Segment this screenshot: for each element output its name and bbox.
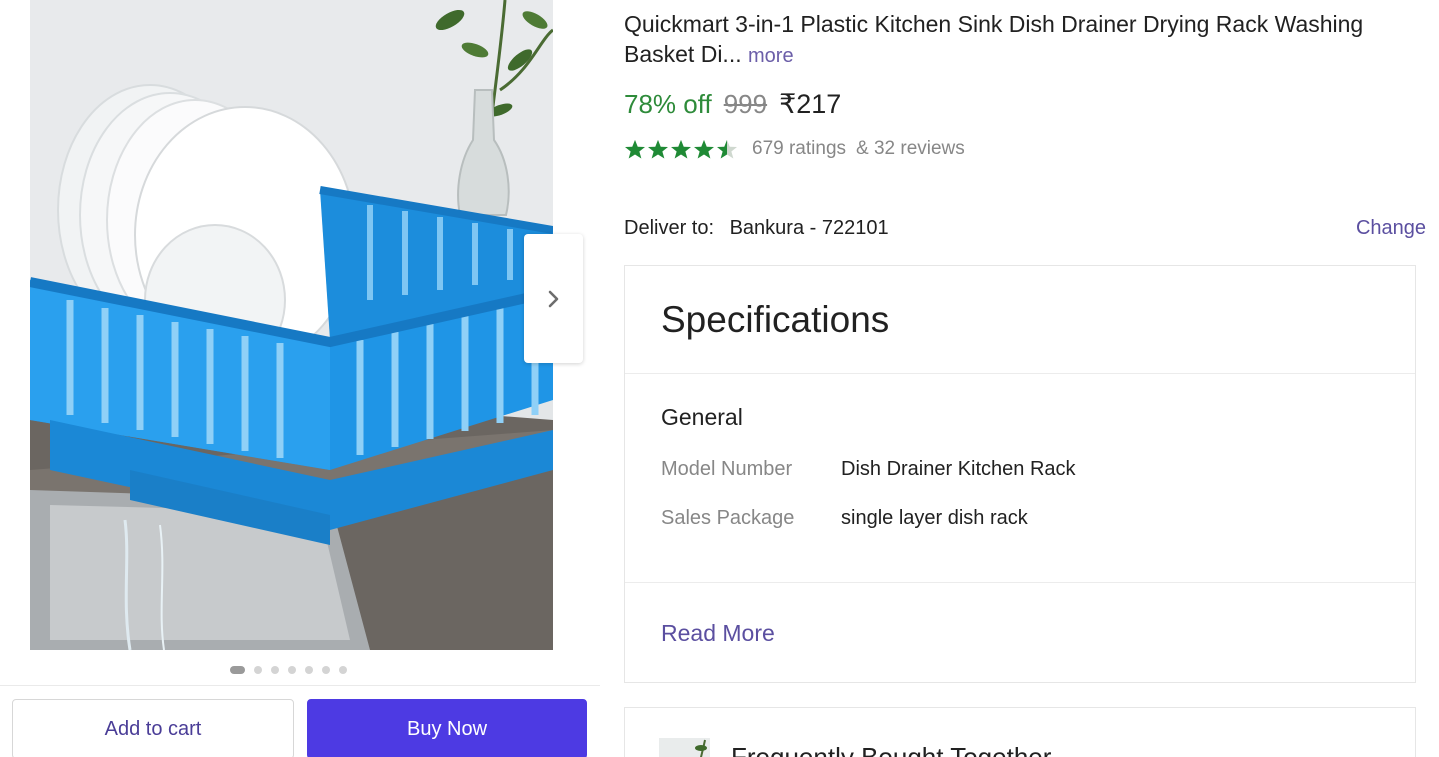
- product-title-text: Quickmart 3-in-1 Plastic Kitchen Sink Di…: [624, 11, 1364, 67]
- spec-group-title: General: [661, 404, 743, 430]
- pagination-dot[interactable]: [339, 666, 347, 674]
- star-rating: [624, 139, 738, 159]
- specifications-general: General Model Number Dish Drainer Kitchen…: [625, 374, 1415, 583]
- pagination-dot[interactable]: [288, 666, 296, 674]
- price-row: 78% off 999 ₹217: [624, 89, 841, 120]
- image-pagination-dots: [230, 666, 347, 674]
- title-more-link[interactable]: more: [748, 45, 794, 67]
- read-more-link[interactable]: Read More: [661, 620, 775, 647]
- product-gallery: Add to cart Buy Now: [0, 0, 600, 757]
- delivery-location: Bankura - 722101: [729, 217, 889, 239]
- next-image-button[interactable]: [524, 234, 583, 363]
- star-half-icon: [717, 139, 737, 159]
- pagination-dot[interactable]: [271, 666, 279, 674]
- reviews-count: & 32 reviews: [856, 138, 965, 159]
- spec-value: single layer dish rack: [841, 507, 1028, 529]
- spec-row-model-number: Model Number Dish Drainer Kitchen Rack: [661, 458, 1076, 481]
- spec-key: Sales Package: [661, 507, 795, 529]
- fbt-title: Frequently Bought Together: [731, 742, 1052, 757]
- dish-rack-illustration: [30, 0, 553, 650]
- pagination-dot[interactable]: [305, 666, 313, 674]
- buy-now-button[interactable]: Buy Now: [307, 699, 587, 757]
- delivery-row: Deliver to: Bankura - 722101 Change: [624, 217, 1426, 240]
- specifications-card: Specifications General Model Number Dish …: [624, 265, 1416, 683]
- deliver-to-label: Deliver to:: [624, 217, 715, 239]
- frequently-bought-together-card[interactable]: Frequently Bought Together: [624, 707, 1416, 757]
- chevron-right-icon: [548, 290, 558, 307]
- change-location-link[interactable]: Change: [1356, 217, 1426, 240]
- spec-row-sales-package: Sales Package single layer dish rack: [661, 507, 1028, 530]
- original-price: 999: [723, 89, 768, 119]
- star-icon: [671, 139, 691, 159]
- specifications-title: Specifications: [661, 298, 890, 340]
- purchase-action-bar: Add to cart Buy Now: [0, 685, 600, 757]
- spec-value: Dish Drainer Kitchen Rack: [841, 458, 1076, 480]
- pagination-dot[interactable]: [254, 666, 262, 674]
- pagination-dot[interactable]: [322, 666, 330, 674]
- add-to-cart-button[interactable]: Add to cart: [12, 699, 294, 757]
- fbt-product-thumbnail[interactable]: [659, 738, 710, 757]
- pagination-dot-active[interactable]: [230, 666, 245, 674]
- product-title: Quickmart 3-in-1 Plastic Kitchen Sink Di…: [624, 9, 1384, 71]
- product-image[interactable]: [30, 0, 553, 650]
- star-icon: [648, 139, 668, 159]
- rating-row[interactable]: 679 ratings & 32 reviews: [624, 138, 965, 160]
- discount-percent: 78% off: [624, 89, 712, 119]
- star-icon: [694, 139, 714, 159]
- selling-price: ₹217: [779, 89, 842, 119]
- spec-key: Model Number: [661, 458, 793, 480]
- star-icon: [625, 139, 645, 159]
- specifications-header: Specifications: [625, 266, 1415, 374]
- ratings-count: 679 ratings: [752, 138, 847, 159]
